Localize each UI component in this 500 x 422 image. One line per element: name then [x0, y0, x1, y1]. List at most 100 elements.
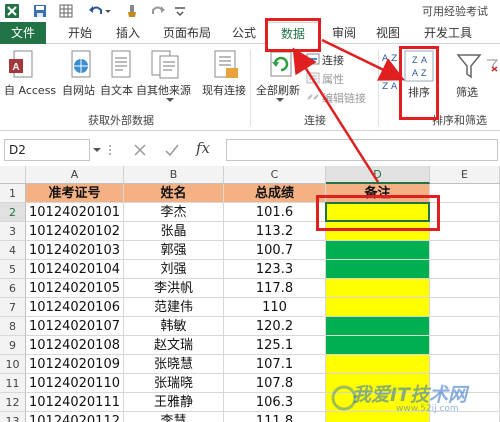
table-cell[interactable]: 范建伟 — [124, 298, 224, 317]
table-cell[interactable] — [430, 260, 500, 279]
row-header[interactable]: 11 — [0, 374, 26, 393]
tab-insert[interactable]: 插入 — [110, 22, 146, 44]
table-cell[interactable]: 110 — [224, 298, 326, 317]
table-cell[interactable]: 125.1 — [224, 336, 326, 355]
cancel-entry-icon[interactable] — [132, 142, 148, 158]
table-cell[interactable] — [430, 317, 500, 336]
row-header[interactable]: 7 — [0, 298, 26, 317]
table-cell[interactable]: 李洪帆 — [124, 279, 224, 298]
tab-view[interactable]: 视图 — [370, 22, 406, 44]
header-cell[interactable]: 姓名 — [124, 184, 224, 203]
row-header[interactable]: 3 — [0, 222, 26, 241]
from-web-label[interactable]: 自网站 — [62, 82, 95, 98]
sort-az-label[interactable]: A Z — [382, 54, 397, 64]
table-cell[interactable]: 10124020111 — [26, 393, 124, 412]
column-header[interactable]: D — [326, 166, 430, 184]
table-cell[interactable]: 111.8 — [224, 412, 326, 422]
grid-view-icon[interactable] — [58, 3, 74, 19]
undo-dropdown-icon[interactable] — [104, 3, 112, 19]
table-cell[interactable]: 10124020104 — [26, 260, 124, 279]
table-cell[interactable] — [430, 222, 500, 241]
filter-funnel-icon[interactable] — [456, 52, 482, 80]
table-cell[interactable]: 李杰 — [124, 203, 224, 222]
tab-file[interactable]: 文件 — [0, 22, 46, 44]
table-cell[interactable] — [326, 317, 430, 336]
table-cell[interactable]: 10124020102 — [26, 222, 124, 241]
web-page-icon[interactable] — [68, 50, 94, 80]
table-cell[interactable]: 张晓慧 — [124, 355, 224, 374]
table-cell[interactable]: 106.3 — [224, 393, 326, 412]
table-cell[interactable]: 101.6 — [224, 203, 326, 222]
customize-toolbar-icon[interactable] — [172, 3, 188, 19]
select-all-corner[interactable] — [0, 166, 26, 184]
redo-icon[interactable] — [150, 3, 166, 19]
save-icon[interactable] — [32, 3, 48, 19]
table-cell[interactable]: 10124020101 — [26, 203, 124, 222]
tab-home[interactable]: 开始 — [62, 22, 98, 44]
table-cell[interactable]: 张瑞晓 — [124, 374, 224, 393]
clear-filter-icon[interactable] — [486, 58, 498, 72]
header-cell[interactable]: 准考证号 — [26, 184, 124, 203]
connections-label[interactable]: 连接 — [322, 52, 344, 68]
tab-formulas[interactable]: 公式 — [226, 22, 262, 44]
row-header[interactable]: 2 — [0, 203, 26, 222]
column-header[interactable]: E — [430, 166, 500, 184]
table-cell[interactable] — [430, 279, 500, 298]
table-cell[interactable]: 10124020108 — [26, 336, 124, 355]
row-header[interactable]: 4 — [0, 241, 26, 260]
table-cell[interactable]: 李慧 — [124, 412, 224, 422]
table-cell[interactable] — [430, 298, 500, 317]
row-header[interactable]: 8 — [0, 317, 26, 336]
formula-bar-grip-icon[interactable] — [108, 142, 112, 158]
table-cell[interactable] — [326, 298, 430, 317]
table-cell[interactable]: 王雅静 — [124, 393, 224, 412]
row-header[interactable]: 12 — [0, 393, 26, 412]
header-cell[interactable]: 总成绩 — [224, 184, 326, 203]
table-cell[interactable]: 107.1 — [224, 355, 326, 374]
table-cell[interactable]: 10124020110 — [26, 374, 124, 393]
header-cell[interactable] — [430, 184, 500, 203]
table-cell[interactable]: 10124020103 — [26, 241, 124, 260]
row-header[interactable]: 9 — [0, 336, 26, 355]
table-cell[interactable] — [326, 241, 430, 260]
row-header[interactable]: 1 — [0, 184, 26, 203]
tab-page-layout[interactable]: 页面布局 — [158, 22, 216, 44]
table-cell[interactable] — [430, 203, 500, 222]
existing-connections-label[interactable]: 现有连接 — [202, 82, 246, 98]
name-box-dropdown-icon[interactable] — [92, 145, 102, 155]
table-cell[interactable]: 100.7 — [224, 241, 326, 260]
table-cell[interactable]: 123.3 — [224, 260, 326, 279]
row-header[interactable]: 6 — [0, 279, 26, 298]
table-cell[interactable] — [430, 241, 500, 260]
access-database-icon[interactable]: A — [8, 50, 34, 80]
table-cell[interactable]: 107.8 — [224, 374, 326, 393]
table-cell[interactable]: 113.2 — [224, 222, 326, 241]
table-cell[interactable]: 117.8 — [224, 279, 326, 298]
confirm-entry-icon[interactable] — [164, 142, 180, 158]
insert-function-icon[interactable]: fx — [196, 139, 210, 157]
table-cell[interactable]: 韩敏 — [124, 317, 224, 336]
paint-brush-icon[interactable] — [124, 3, 140, 19]
table-cell[interactable]: 10124020112 — [26, 412, 124, 422]
table-cell[interactable]: 120.2 — [224, 317, 326, 336]
table-cell[interactable]: 10124020107 — [26, 317, 124, 336]
row-header[interactable]: 5 — [0, 260, 26, 279]
text-file-icon[interactable] — [108, 50, 134, 80]
tab-developer[interactable]: 开发工具 — [418, 22, 478, 44]
name-box[interactable]: D2 — [4, 139, 90, 161]
tab-review[interactable]: 审阅 — [326, 22, 362, 44]
table-cell[interactable]: 郭强 — [124, 241, 224, 260]
other-sources-dropdown-icon[interactable] — [166, 96, 174, 104]
column-header[interactable]: C — [224, 166, 326, 184]
table-cell[interactable] — [430, 336, 500, 355]
table-cell[interactable] — [430, 355, 500, 374]
table-cell[interactable]: 刘强 — [124, 260, 224, 279]
filter-label[interactable]: 筛选 — [456, 84, 478, 100]
table-cell[interactable] — [326, 279, 430, 298]
table-cell[interactable] — [326, 260, 430, 279]
refresh-all-icon[interactable] — [266, 50, 296, 80]
table-cell[interactable]: 张晶 — [124, 222, 224, 241]
table-cell[interactable] — [326, 336, 430, 355]
from-access-label[interactable]: 自 Access — [4, 82, 56, 98]
column-header[interactable]: B — [124, 166, 224, 184]
